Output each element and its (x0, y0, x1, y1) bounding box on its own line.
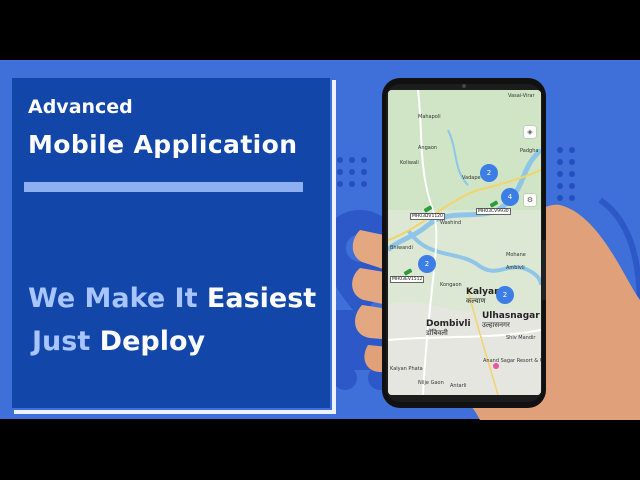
map-place-label: Kalyan Phata (390, 366, 423, 372)
tagline-row-1-white: Easiest (206, 283, 317, 314)
map-pin-icon (322, 210, 398, 318)
map-cluster-marker[interactable]: 4 (501, 188, 519, 206)
layers-icon[interactable]: ◈ (524, 126, 536, 138)
vehicle-id-label[interactable]: MH03EV1512 (390, 276, 425, 283)
headline-card: Advanced Mobile Application We Make It E… (12, 78, 330, 408)
map-place-label: Padgha (520, 148, 539, 154)
map-city-label: Ulhasnagar उल्हासनगर (482, 311, 540, 330)
divider-bar (24, 182, 303, 192)
dot-grid-left (337, 157, 367, 187)
map-cluster-marker[interactable]: 2 (480, 164, 498, 182)
truck-icon (330, 310, 392, 390)
tagline-row-2-white: Deploy (99, 326, 206, 357)
map-background (388, 90, 541, 395)
map-place-label: Kongaon (440, 282, 462, 288)
map-place-label: Angaon (418, 145, 438, 151)
map-cluster-marker[interactable]: 2 (496, 286, 514, 304)
map-place-label: Koliwali (400, 160, 419, 166)
map-place-label: Vasai-Virar (508, 93, 535, 99)
screen: Advanced Mobile Application We Make It E… (0, 0, 640, 480)
map-place-label: Nilje Gaon (418, 380, 444, 386)
vehicle-id-label[interactable]: MH03CV9930 (476, 208, 511, 215)
tagline-row-1: We Make It Easiest (28, 283, 316, 314)
map-place-label: Vadape (462, 175, 481, 181)
settings-gear-icon[interactable]: ⚙ (524, 194, 536, 206)
map-place-label: Anand Sagar Resort & Water Park (483, 358, 541, 364)
tagline-row-1-light: We Make It (28, 283, 198, 314)
vehicle-id-label[interactable]: MH03DV1120 (410, 213, 445, 220)
tagline-row-2-light: Just (32, 326, 91, 357)
map-place-label: Mohane (506, 252, 526, 258)
map-place-label: Shiv Mandir (506, 335, 536, 341)
map-place-label: Washind (440, 220, 462, 226)
tagline-row-2: Just Deploy (32, 326, 205, 357)
map-cluster-marker[interactable]: 2 (418, 255, 436, 273)
headline-line-1: Advanced (28, 96, 133, 118)
map-view[interactable]: Vasai-Virar Mahapoli Padgha Koliwali Angaon V… (388, 90, 541, 395)
map-place-label: Ambivli (506, 265, 525, 271)
map-city-label: Dombivli डोंबिवली (426, 319, 471, 338)
headline-line-2: Mobile Application (28, 130, 298, 159)
map-place-label: Mahapoli (418, 114, 441, 120)
map-place-label: Bhiwandi (390, 245, 413, 251)
map-place-label: Antarli (450, 383, 467, 389)
dot-grid-right (557, 147, 575, 201)
